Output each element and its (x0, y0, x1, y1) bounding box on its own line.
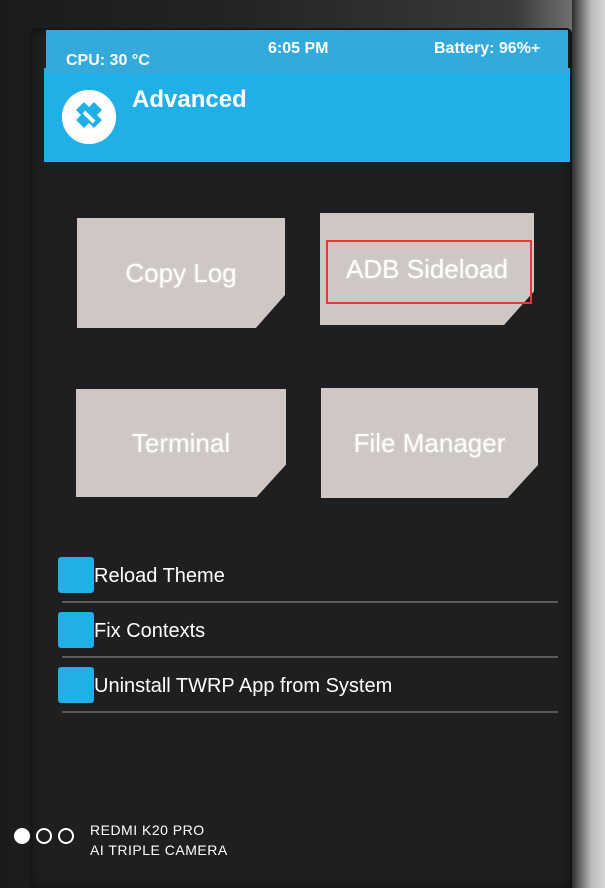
adb-sideload-label: ADB Sideload (346, 253, 508, 284)
checkbox-label: Reload Theme (94, 565, 225, 587)
terminal-label: Terminal (131, 427, 231, 458)
battery-level: Battery: 96%+ (434, 40, 541, 57)
cpu-temperature: CPU: 30 °C (66, 52, 150, 69)
dot-outline-icon (58, 828, 74, 844)
copy-log-button[interactable]: Copy Log (77, 218, 285, 328)
terminal-button[interactable]: Terminal (76, 389, 286, 497)
dot-outline-icon (36, 828, 52, 844)
divider (62, 601, 558, 603)
watermark-text: REDMI K20 PRO AI TRIPLE CAMERA (90, 820, 228, 860)
copy-log-label: Copy Log (125, 257, 237, 288)
adb-sideload-button[interactable]: ADB Sideload (320, 213, 534, 325)
uninstall-twrp-app-option[interactable]: Uninstall TWRP App from System (58, 667, 558, 713)
clock: 6:05 PM (268, 40, 329, 57)
watermark-camera: AI TRIPLE CAMERA (90, 842, 228, 858)
header-bar: Advanced (44, 68, 570, 162)
fix-contexts-option[interactable]: Fix Contexts (58, 612, 558, 658)
checkbox[interactable] (58, 612, 94, 648)
checkbox-label: Fix Contexts (94, 620, 206, 642)
checkbox[interactable] (58, 667, 94, 703)
camera-dots-icon (14, 828, 84, 850)
page-title: Advanced (132, 86, 247, 113)
divider (62, 711, 558, 713)
status-bar: CPU: 30 °C 6:05 PM Battery: 96%+ (46, 30, 568, 74)
divider (62, 656, 558, 658)
file-manager-label: File Manager (353, 427, 506, 458)
dot-filled-icon (14, 828, 30, 844)
file-manager-button[interactable]: File Manager (321, 388, 538, 498)
reload-theme-option[interactable]: Reload Theme (58, 557, 558, 603)
checkbox[interactable] (58, 557, 94, 593)
watermark-model: REDMI K20 PRO (90, 822, 205, 838)
checkbox-label: Uninstall TWRP App from System (94, 675, 393, 697)
phone-bezel (572, 0, 605, 888)
twrp-logo-icon (62, 90, 116, 144)
